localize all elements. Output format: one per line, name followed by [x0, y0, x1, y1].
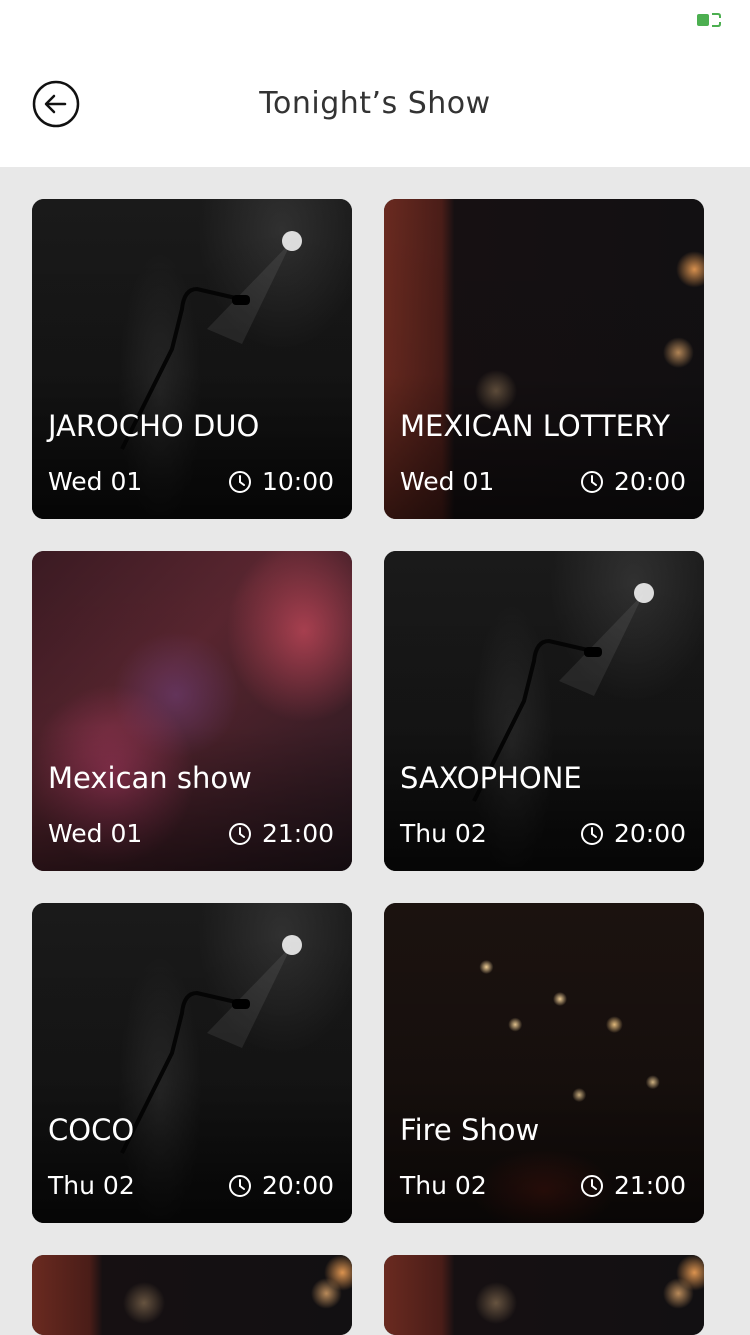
- show-date: Wed 01: [48, 467, 143, 496]
- status-bar: [0, 0, 750, 40]
- show-time-text: 20:00: [613, 819, 686, 848]
- show-card[interactable]: Mexican show Wed 01 21:00: [32, 551, 352, 871]
- show-name: MEXICAN LOTTERY: [400, 409, 670, 443]
- show-time: 20:00: [228, 1171, 334, 1200]
- show-time-text: 10:00: [261, 467, 334, 496]
- show-card[interactable]: SAXOPHONE Thu 02 20:00: [384, 551, 704, 871]
- show-card[interactable]: COCO Thu 02 20:00: [32, 903, 352, 1223]
- show-name: JAROCHO DUO: [48, 409, 260, 443]
- show-time: 10:00: [228, 467, 334, 496]
- show-card[interactable]: [384, 1255, 704, 1335]
- show-time: 21:00: [580, 1171, 686, 1200]
- show-name: COCO: [48, 1113, 135, 1147]
- header: Tonight’s Show: [0, 40, 750, 167]
- show-card[interactable]: [32, 1255, 352, 1335]
- clock-icon: [228, 1174, 251, 1197]
- show-card[interactable]: MEXICAN LOTTERY Wed 01 20:00: [384, 199, 704, 519]
- show-date: Thu 02: [400, 819, 487, 848]
- show-image: [32, 1255, 352, 1335]
- show-date: Thu 02: [400, 1171, 487, 1200]
- show-name: SAXOPHONE: [400, 761, 582, 795]
- clock-icon: [580, 822, 603, 845]
- page-title: Tonight’s Show: [259, 86, 491, 121]
- show-time-text: 21:00: [613, 1171, 686, 1200]
- clock-icon: [228, 822, 251, 845]
- show-time: 20:00: [580, 467, 686, 496]
- show-name: Mexican show: [48, 761, 252, 795]
- show-card[interactable]: JAROCHO DUO Wed 01 10:00: [32, 199, 352, 519]
- show-card[interactable]: Fire Show Thu 02 21:00: [384, 903, 704, 1223]
- clock-icon: [228, 470, 251, 493]
- show-time-text: 21:00: [261, 819, 334, 848]
- show-name: Fire Show: [400, 1113, 540, 1147]
- clock-icon: [580, 470, 603, 493]
- clock-icon: [580, 1174, 603, 1197]
- show-date: Wed 01: [400, 467, 495, 496]
- show-image: [384, 1255, 704, 1335]
- show-time-text: 20:00: [261, 1171, 334, 1200]
- show-date: Wed 01: [48, 819, 143, 848]
- show-date: Thu 02: [48, 1171, 135, 1200]
- show-time: 20:00: [580, 819, 686, 848]
- show-time-text: 20:00: [613, 467, 686, 496]
- show-time: 21:00: [228, 819, 334, 848]
- battery-icon: [697, 13, 721, 27]
